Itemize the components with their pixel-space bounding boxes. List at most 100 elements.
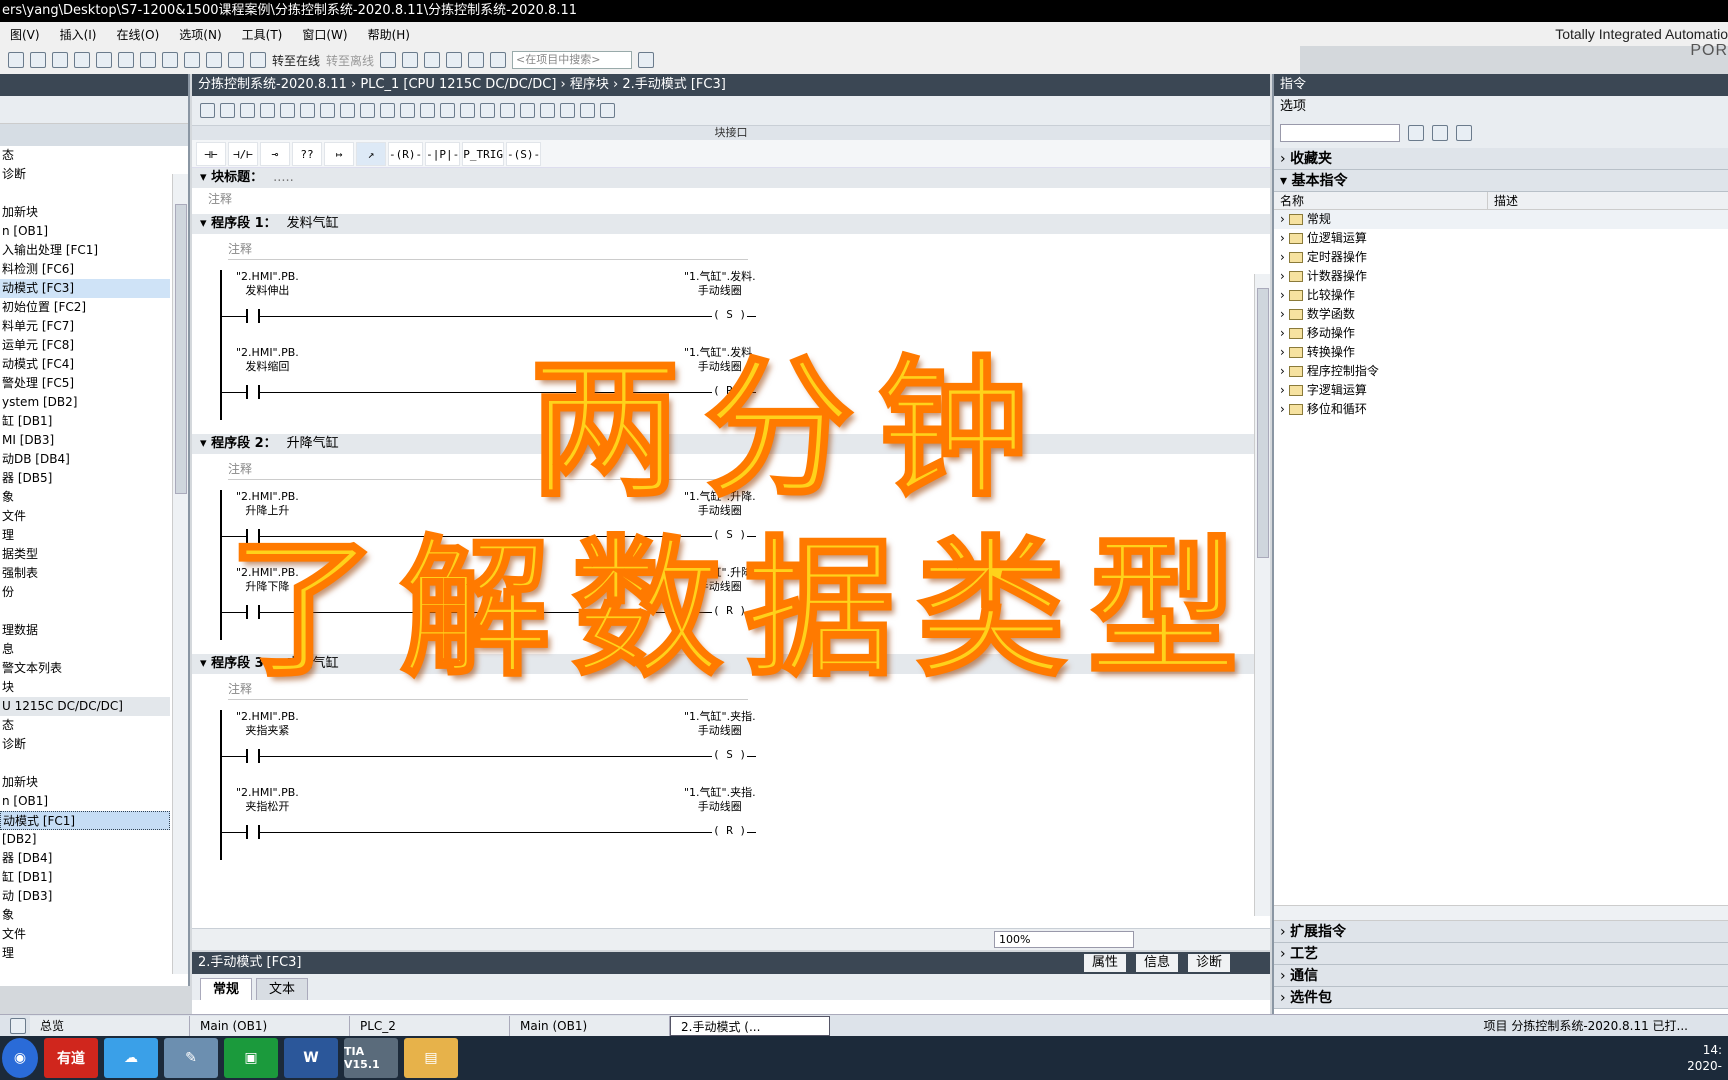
ladder-tool-button[interactable]: -(R)- [388, 141, 424, 166]
tree-item[interactable]: 据类型 [0, 545, 170, 564]
ladder-tool-button[interactable]: ⊸ [260, 141, 290, 166]
instruction-folder[interactable]: › 常规 [1274, 210, 1728, 229]
favorites-icon[interactable] [400, 103, 415, 118]
call-icon[interactable] [560, 103, 575, 118]
instruction-section[interactable]: › 选件包 [1274, 987, 1728, 1009]
split-vertical-icon[interactable] [490, 52, 507, 68]
tree-item[interactable]: n [OB1] [0, 222, 170, 241]
delete-network-icon[interactable] [220, 103, 235, 118]
tree-item[interactable]: 动模式 [FC3] [0, 279, 170, 298]
instruction-folder[interactable]: › 位逻辑运算 [1274, 229, 1728, 248]
ladder-tool-button[interactable]: -|P|- [425, 141, 461, 166]
tree-item[interactable]: ystem [DB2] [0, 393, 170, 412]
green-app-icon[interactable]: ▣ [224, 1038, 278, 1078]
delete-icon[interactable] [96, 52, 112, 68]
instruction-folder[interactable]: › 程序控制指令 [1274, 362, 1728, 381]
tia-portal-icon[interactable]: TIA V15.1 [344, 1038, 398, 1078]
split-horizontal-icon[interactable] [468, 52, 485, 68]
expand-arrow-icon[interactable]: › [1280, 210, 1285, 229]
network-header[interactable]: ▾ 程序段 2： 升降气缸 [192, 434, 1270, 454]
tree-item[interactable]: 文件 [0, 507, 170, 526]
basic-instructions-section[interactable]: ▾ 基本指令 [1274, 170, 1728, 192]
menu-tools[interactable]: 工具(T) [232, 26, 293, 43]
contact-operand[interactable]: "2.HMI".PB. 夹指松开 [236, 786, 299, 814]
tree-item[interactable]: 理数据 [0, 621, 170, 640]
contact-operand[interactable]: "2.HMI".PB. 升降下降 [236, 566, 299, 594]
tab-manual-mode[interactable]: 2.手动模式 (... [670, 1015, 830, 1036]
network-name[interactable]: 升降气缸 [287, 436, 339, 451]
expand-arrow-icon[interactable]: › [1280, 362, 1285, 381]
network-name[interactable]: 发料气缸 [287, 216, 339, 231]
coil[interactable]: ( S ) [712, 748, 748, 761]
go-to-icon[interactable] [480, 103, 495, 118]
tree-item[interactable]: [DB2] [0, 830, 170, 849]
menu-window[interactable]: 窗口(W) [292, 26, 357, 43]
ladder-tool-button[interactable]: ⊣⊢ [196, 141, 226, 166]
clock-date[interactable]: 2020- [1687, 1058, 1722, 1074]
word-icon[interactable]: W [284, 1038, 338, 1078]
expand-arrow-icon[interactable]: › [1280, 381, 1285, 400]
info-button[interactable]: 信息 [1135, 954, 1178, 972]
properties-button[interactable]: 属性 [1083, 954, 1126, 972]
coil[interactable]: ( S ) [712, 308, 748, 321]
tree-item[interactable]: 加新块 [0, 203, 170, 222]
ladder-tool-button[interactable]: ↗ [356, 141, 386, 166]
expand-arrow-icon[interactable]: › [1280, 324, 1285, 343]
upload-icon[interactable] [206, 52, 222, 68]
col-name[interactable]: 名称 [1274, 192, 1488, 209]
contact-operand[interactable]: "2.HMI".PB. 升降上升 [236, 490, 299, 518]
ladder-tool-button[interactable]: ⊣/⊢ [228, 141, 258, 166]
ladder-tool-button[interactable]: ↦ [324, 141, 354, 166]
tree-item[interactable]: 料单元 [FC7] [0, 317, 170, 336]
tree-item[interactable]: MI [DB3] [0, 431, 170, 450]
tree-item[interactable]: 运单元 [FC8] [0, 336, 170, 355]
block-interface-toggle[interactable]: 块接口 [192, 126, 1270, 140]
coil-operand[interactable]: "1.气缸".升降. 手动线圈 [684, 566, 756, 594]
layout-icon[interactable] [600, 103, 615, 118]
tree-item[interactable]: 文件 [0, 925, 170, 944]
network-header[interactable]: ▾ 程序段 1： 发料气缸 [192, 214, 1270, 234]
network-body[interactable]: 注释 "2.HMI".PB. 升降上升 "1.气缸".升降. 手动线圈( S ) "2.H… [192, 454, 1270, 650]
go-offline-button[interactable]: 转至离线 [326, 52, 374, 69]
undo-icon[interactable] [118, 52, 134, 68]
coil[interactable]: ( S ) [712, 528, 748, 541]
close-all-icon[interactable] [380, 103, 395, 118]
coil-operand[interactable]: "1.气缸".发料. 手动线圈 [684, 346, 756, 374]
tab-plc2[interactable]: PLC_2 [350, 1015, 510, 1036]
tree-item[interactable]: 份 [0, 583, 170, 602]
tree-item[interactable]: 象 [0, 906, 170, 925]
reset-icon[interactable] [280, 103, 295, 118]
coil-operand[interactable]: "1.气缸".升降. 手动线圈 [684, 490, 756, 518]
zoom-select[interactable]: 100% [994, 931, 1134, 948]
tree-item[interactable]: n [OB1] [0, 792, 170, 811]
redo-icon[interactable] [140, 52, 156, 68]
no-contact[interactable] [246, 385, 260, 399]
search-icon[interactable] [638, 52, 655, 68]
save-icon[interactable] [8, 52, 24, 68]
menu-options[interactable]: 选项(N) [169, 26, 231, 43]
no-contact[interactable] [246, 605, 260, 619]
chrome-icon[interactable]: ◉ [2, 1038, 38, 1078]
instruction-hscroll[interactable] [1274, 905, 1728, 921]
tree-item[interactable]: 动 [DB3] [0, 887, 170, 906]
coil[interactable]: ( R ) [712, 824, 748, 837]
instruction-folder[interactable]: › 转换操作 [1274, 343, 1728, 362]
paint-icon[interactable]: ✎ [164, 1038, 218, 1078]
instruction-folder[interactable]: › 移动操作 [1274, 324, 1728, 343]
tree-item[interactable]: 理 [0, 526, 170, 545]
close-icon[interactable] [446, 52, 463, 68]
coil-operand[interactable]: "1.气缸".夹指. 手动线圈 [684, 710, 756, 738]
tree-item[interactable]: 块 [0, 678, 170, 697]
download-icon[interactable] [184, 52, 200, 68]
no-contact[interactable] [246, 825, 260, 839]
tree-item[interactable]: 动模式 [FC1] [0, 811, 170, 830]
stop-icon[interactable] [250, 52, 266, 68]
tree-item[interactable]: 象 [0, 488, 170, 507]
instruction-folder[interactable]: › 比较操作 [1274, 286, 1728, 305]
network-header[interactable]: ▾ 程序段 3： 夹指气缸 [192, 654, 1270, 674]
tree-item[interactable] [0, 184, 170, 203]
tree-scrollbar[interactable] [172, 174, 188, 974]
no-contact[interactable] [246, 309, 260, 323]
ladder-tool-button[interactable]: P_TRIG [462, 141, 504, 166]
ladder-tool-button[interactable]: -(S)- [506, 141, 542, 166]
